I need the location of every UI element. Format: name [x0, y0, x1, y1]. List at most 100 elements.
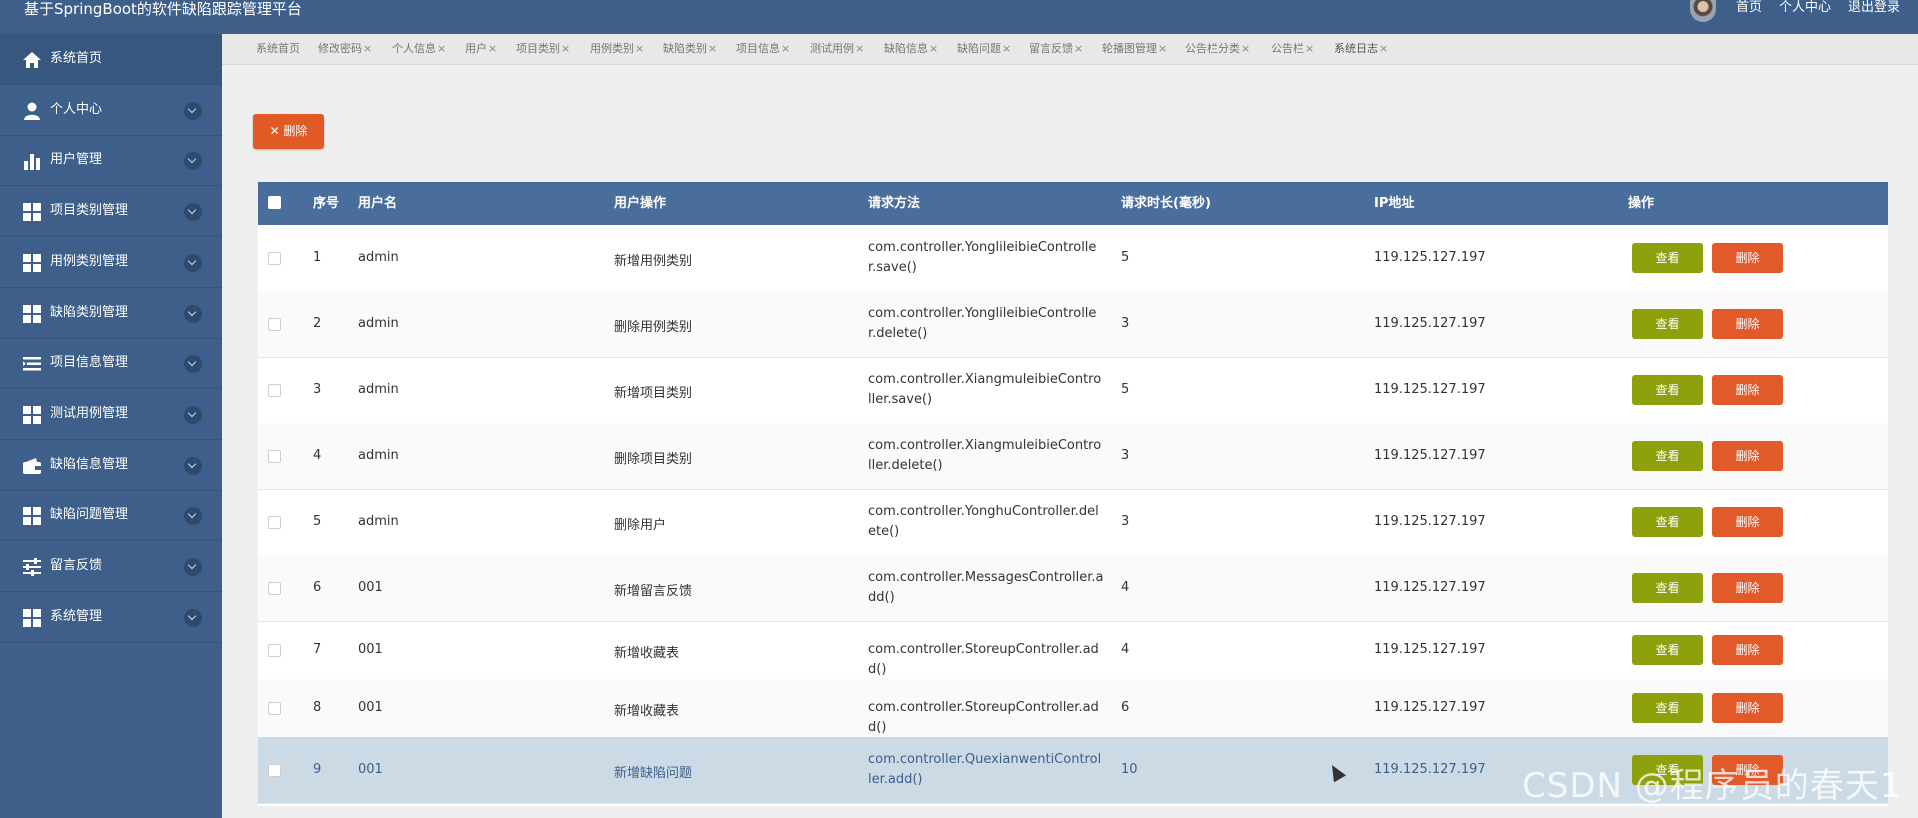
view-button[interactable]: 查看: [1632, 375, 1703, 405]
cell-operation: 新增留言反馈: [614, 584, 693, 599]
tab-item[interactable]: 留言反馈×: [1029, 42, 1083, 56]
close-icon[interactable]: ×: [488, 42, 497, 55]
cell-index: 6: [313, 580, 322, 595]
delete-button[interactable]: 删除: [1712, 243, 1783, 273]
cell-username: admin: [358, 382, 399, 397]
tab-label: 缺陷类别: [663, 42, 707, 55]
close-icon[interactable]: ×: [437, 42, 446, 55]
header-operation: 用户操作: [614, 196, 667, 211]
tab-item[interactable]: 项目信息×: [736, 42, 790, 56]
view-button[interactable]: 查看: [1632, 693, 1703, 723]
cell-index: 5: [313, 514, 322, 529]
view-button[interactable]: 查看: [1632, 507, 1703, 537]
cell-username: 001: [358, 762, 383, 777]
close-icon[interactable]: ×: [855, 42, 864, 55]
close-icon[interactable]: ×: [1158, 42, 1167, 55]
delete-button[interactable]: 删除: [1712, 507, 1783, 537]
cell-ip: 119.125.127.197: [1374, 250, 1486, 265]
close-icon[interactable]: ×: [708, 42, 717, 55]
close-icon[interactable]: ×: [1379, 42, 1388, 55]
close-icon[interactable]: ×: [1002, 42, 1011, 55]
sidebar-item-project-category[interactable]: 项目类别管理: [0, 186, 222, 238]
delete-button[interactable]: 删除: [1712, 309, 1783, 339]
nav-profile-link[interactable]: 个人中心: [1779, 0, 1831, 16]
cell-index: 4: [313, 448, 322, 463]
close-icon[interactable]: ×: [929, 42, 938, 55]
delete-button[interactable]: 删除: [1712, 375, 1783, 405]
row-checkbox[interactable]: [268, 450, 281, 463]
delete-button[interactable]: 删除: [1712, 635, 1783, 665]
chevron-down-icon: [184, 405, 202, 424]
cell-operation: 新增项目类别: [614, 386, 693, 401]
tab-item[interactable]: 缺陷信息×: [884, 42, 938, 56]
tab-item[interactable]: 系统日志×: [1334, 42, 1388, 56]
avatar[interactable]: [1690, 0, 1716, 22]
sidebar-item-home[interactable]: 系统首页: [0, 34, 222, 85]
sidebar-item-project-info[interactable]: 项目信息管理: [0, 338, 222, 390]
tab-item[interactable]: 项目类别×: [516, 42, 570, 56]
row-checkbox[interactable]: [268, 764, 281, 777]
cell-method: com.controller.YonglileibieController.de…: [868, 306, 1097, 341]
sidebar-item-test-case[interactable]: 测试用例管理: [0, 389, 222, 440]
tab-item[interactable]: 公告栏×: [1271, 42, 1314, 56]
close-icon[interactable]: ×: [1074, 42, 1083, 55]
tab-item[interactable]: 系统首页: [256, 42, 301, 56]
chevron-down-icon: [184, 101, 202, 120]
row-checkbox[interactable]: [268, 702, 281, 715]
sidebar-item-label: 缺陷信息管理: [50, 456, 129, 472]
view-button[interactable]: 查看: [1632, 635, 1703, 665]
sidebar-item-defect-info[interactable]: 缺陷信息管理: [0, 440, 222, 491]
close-icon[interactable]: ×: [561, 42, 570, 55]
batch-delete-button[interactable]: ✕ 删除: [253, 114, 324, 149]
sidebar-item-users[interactable]: 用户管理: [0, 135, 222, 187]
delete-button[interactable]: 删除: [1712, 573, 1783, 603]
cell-username: admin: [358, 514, 399, 529]
tab-item[interactable]: 轮播图管理×: [1102, 42, 1167, 56]
tab-item[interactable]: 测试用例×: [810, 42, 864, 56]
view-button[interactable]: 查看: [1632, 243, 1703, 273]
close-icon[interactable]: ×: [781, 42, 790, 55]
row-checkbox[interactable]: [268, 252, 281, 265]
close-icon[interactable]: ×: [363, 42, 372, 55]
tab-label: 测试用例: [810, 42, 854, 55]
row-checkbox[interactable]: [268, 384, 281, 397]
tab-item[interactable]: 缺陷问题×: [957, 42, 1011, 56]
view-button[interactable]: 查看: [1632, 309, 1703, 339]
cell-operation: 新增收藏表: [614, 704, 680, 719]
app-title: 基于SpringBoot的软件缺陷跟踪管理平台: [24, 0, 302, 18]
tab-item[interactable]: 缺陷类别×: [663, 42, 717, 56]
row-checkbox[interactable]: [268, 318, 281, 331]
nav-home-link[interactable]: 首页: [1736, 0, 1762, 16]
nav-logout-link[interactable]: 退出登录: [1848, 0, 1900, 16]
tab-item[interactable]: 个人信息×: [392, 42, 446, 56]
close-icon[interactable]: ×: [1305, 42, 1314, 55]
sidebar-item-label: 系统首页: [50, 51, 103, 66]
row-checkbox[interactable]: [268, 582, 281, 595]
sidebar-item-system[interactable]: 系统管理: [0, 592, 222, 643]
row-checkbox[interactable]: [268, 516, 281, 529]
view-button[interactable]: 查看: [1632, 441, 1703, 471]
tab-label: 系统日志: [1334, 42, 1378, 55]
tab-item[interactable]: 用户×: [465, 42, 497, 56]
sidebar-item-profile[interactable]: 个人中心: [0, 85, 222, 136]
tab-label: 项目类别: [516, 42, 560, 55]
tab-item[interactable]: 用例类别×: [590, 42, 644, 56]
delete-button[interactable]: 删除: [1712, 693, 1783, 723]
select-all-checkbox[interactable]: [268, 196, 281, 209]
close-icon[interactable]: ×: [635, 42, 644, 55]
sidebar-item-defect-category[interactable]: 缺陷类别管理: [0, 288, 222, 339]
table-row: 7 001 新增收藏表 com.controller.StoreupControlle…: [258, 621, 1888, 680]
row-checkbox[interactable]: [268, 644, 281, 657]
tab-item[interactable]: 修改密码×: [318, 42, 372, 56]
sidebar-item-feedback[interactable]: 留言反馈: [0, 541, 222, 592]
cell-operation: 删除用户: [614, 518, 667, 533]
close-icon[interactable]: ×: [1241, 42, 1250, 55]
sidebar-item-case-category[interactable]: 用例类别管理: [0, 237, 222, 288]
grid-icon: [22, 506, 42, 526]
delete-button[interactable]: 删除: [1712, 441, 1783, 471]
home-icon: [22, 50, 42, 70]
sidebar-item-defect-issue[interactable]: 缺陷问题管理: [0, 490, 222, 542]
view-button[interactable]: 查看: [1632, 573, 1703, 603]
chevron-down-icon: [184, 456, 202, 475]
tab-item[interactable]: 公告栏分类×: [1185, 42, 1250, 56]
